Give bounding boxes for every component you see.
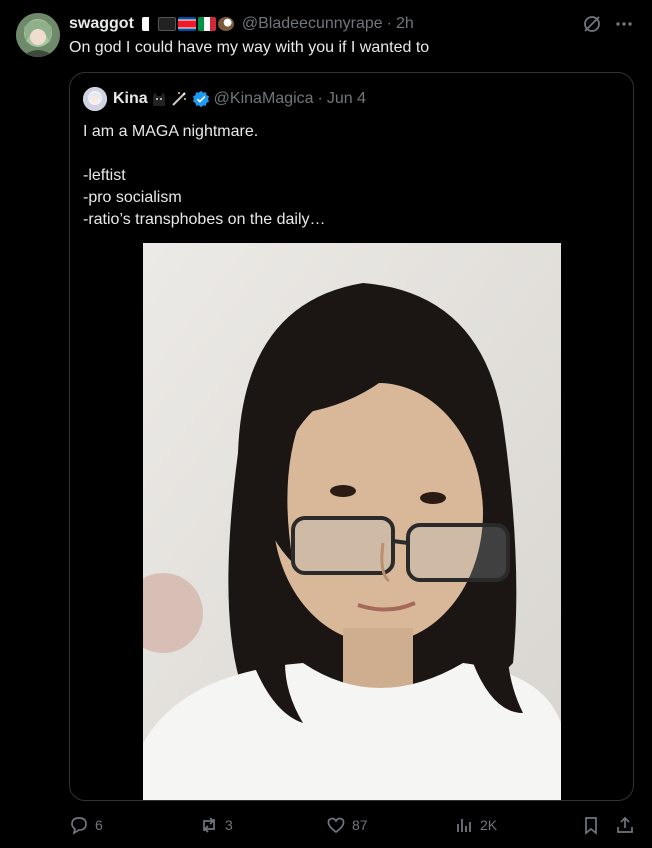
bookmark-button[interactable]	[581, 812, 601, 838]
reply-button[interactable]: 6	[69, 812, 103, 838]
quoted-text-line: I am a MAGA nightmare.	[83, 123, 259, 140]
grok-icon[interactable]	[582, 14, 602, 34]
author-avatar[interactable]	[16, 13, 60, 57]
quoted-text-line: -pro socialism	[83, 189, 182, 206]
views-icon	[457, 819, 471, 832]
quoted-author-avatar[interactable]	[83, 87, 107, 111]
tweet-text: On god I could have my way with you if I…	[69, 39, 430, 56]
heart-icon	[327, 817, 345, 834]
like-count: 87	[352, 817, 368, 833]
bookmark-icon	[585, 817, 597, 835]
quoted-text-line	[83, 143, 326, 165]
tweet-header: swaggot @Bladeecunnyrape · 2h	[69, 13, 414, 35]
tweet-top-actions	[582, 14, 634, 34]
black-cat-icon	[150, 90, 168, 108]
share-icon	[617, 816, 633, 833]
quoted-tweet[interactable]: Kina @KinaMagica · Jun 4 I am a MAGA nig…	[69, 72, 634, 801]
north-korea-flag-icon	[177, 17, 196, 31]
quoted-text-line: -leftist	[83, 167, 126, 184]
profile-badges	[141, 17, 236, 31]
quoted-timestamp[interactable]: Jun 4	[327, 90, 366, 108]
repost-button[interactable]: 3	[199, 812, 233, 838]
quoted-tweet-photo[interactable]	[143, 243, 561, 800]
verified-badge-icon	[192, 90, 209, 108]
more-icon[interactable]	[614, 14, 634, 34]
quoted-tweet-header: Kina @KinaMagica · Jun 4	[83, 87, 366, 111]
views-button[interactable]: 2K	[454, 812, 497, 838]
quoted-tweet-text: I am a MAGA nightmare. -leftist -pro soc…	[83, 121, 326, 231]
repost-count: 3	[225, 817, 233, 833]
repost-icon	[203, 817, 215, 833]
like-button[interactable]: 87	[326, 812, 368, 838]
separator-dot: ·	[386, 15, 392, 32]
magic-wand-icon	[170, 90, 188, 108]
share-button[interactable]	[615, 812, 635, 838]
italy-flag-icon	[197, 17, 216, 31]
eagle-icon	[217, 17, 234, 31]
quoted-author-name[interactable]: Kina	[113, 90, 148, 108]
black-flag-icon	[157, 17, 176, 31]
tweet-action-bar: 6 3 87 2K	[69, 812, 635, 838]
reply-count: 6	[95, 817, 103, 833]
tweet[interactable]: swaggot @Bladeecunnyrape · 2h On god I c…	[0, 0, 652, 848]
reply-icon	[71, 817, 87, 835]
separator-dot: ·	[317, 90, 323, 107]
post-timestamp[interactable]: 2h	[396, 15, 414, 33]
author-handle[interactable]: @Bladeecunnyrape	[242, 15, 383, 33]
author-name[interactable]: swaggot	[69, 15, 134, 33]
quoted-text-line: -ratio’s transphobes on the daily…	[83, 211, 326, 228]
quoted-author-handle[interactable]: @KinaMagica	[214, 90, 314, 108]
views-count: 2K	[480, 817, 498, 833]
trans-flag-icon	[141, 17, 156, 31]
